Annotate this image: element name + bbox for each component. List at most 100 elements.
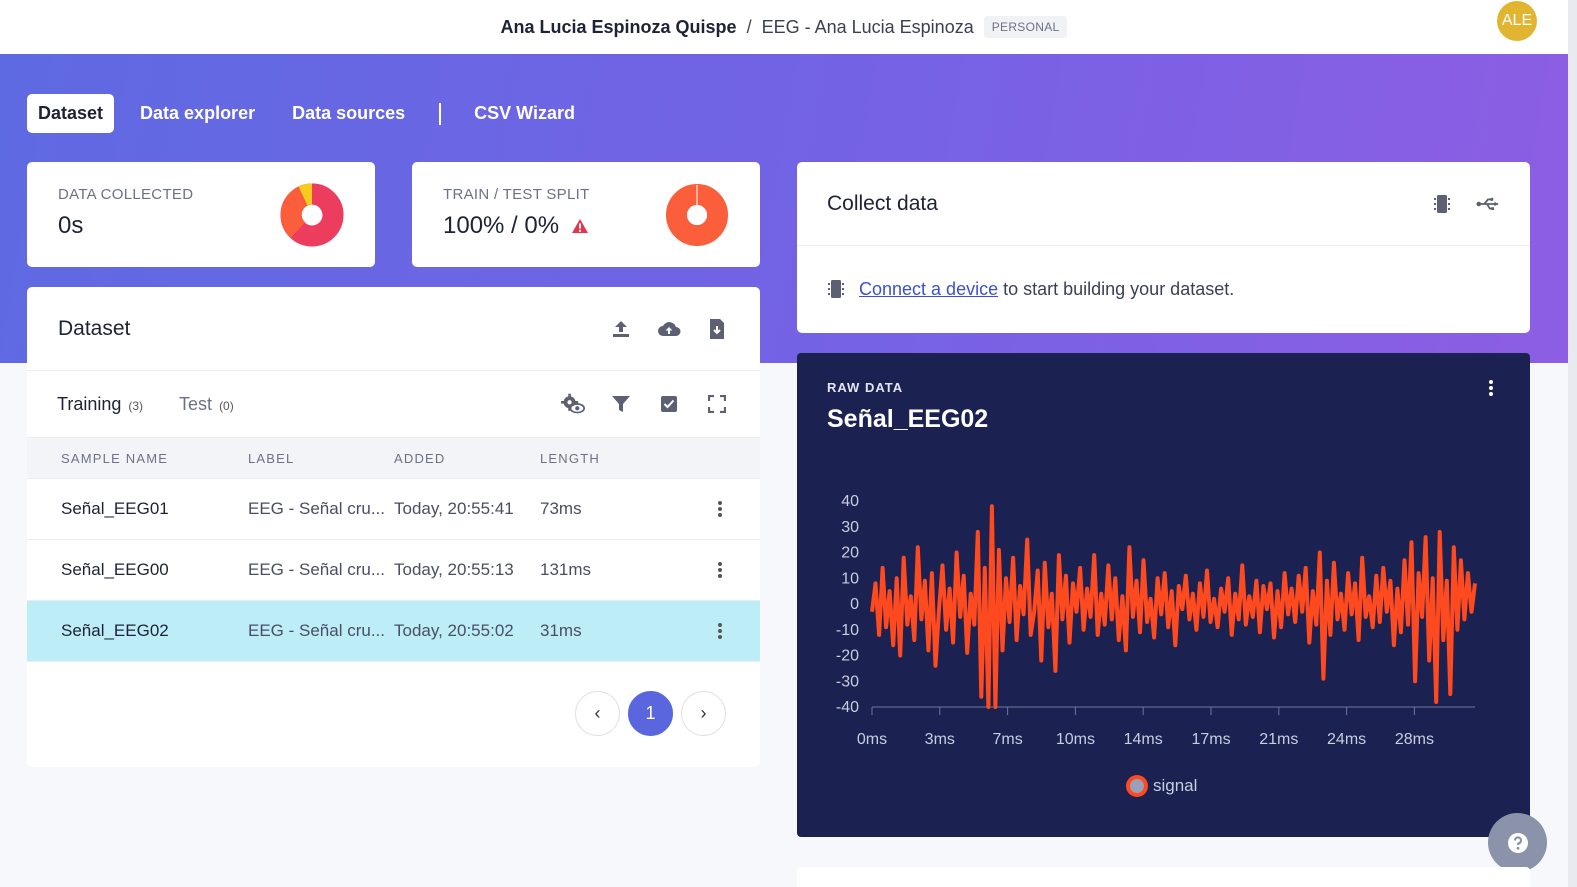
cloud-upload-icon[interactable] [657,317,681,341]
tab-dataset[interactable]: Dataset [27,94,115,133]
x-tick-label: 17ms [1191,731,1230,748]
x-tick-label: 24ms [1327,731,1366,748]
project-visibility-badge: PERSONAL [983,16,1068,38]
x-tick-label: 7ms [992,731,1022,748]
y-tick-label: -30 [836,673,859,690]
device-chip-icon [828,280,844,298]
y-tick-label: 20 [841,545,859,562]
avatar[interactable]: ALE [1497,1,1537,41]
warning-icon[interactable] [571,218,589,234]
sample-label: EEG - Señal cru... [248,499,385,518]
collect-data-text: to start building your dataset. [1003,278,1235,299]
file-download-icon[interactable] [705,317,729,341]
next-card-edge [797,867,1530,887]
table-row-selected[interactable]: Señal_EEG02 EEG - Señal cru... Today, 20… [27,601,760,662]
device-chip-icon[interactable] [1430,192,1454,216]
breadcrumb-separator: / [746,16,752,37]
page-button-1[interactable]: 1 [628,691,673,736]
sample-added: Today, 20:55:02 [394,621,514,640]
collect-data-body: Connect a device to start building your … [797,246,1530,332]
filter-icon[interactable] [609,392,633,416]
legend-label: signal [1153,776,1197,795]
column-header-length[interactable]: LENGTH [540,451,660,466]
table-header: SAMPLE NAME LABEL ADDED LENGTH [27,438,760,479]
train-test-split-value: 100% / 0% [443,212,589,240]
sample-added: Today, 20:55:13 [394,560,514,579]
tab-test-label: Test [179,393,213,414]
legend-marker-inner [1130,779,1144,793]
pagination: ‹ 1 › [575,691,726,736]
gear-eye-icon[interactable] [561,392,585,416]
data-collected-value: 0s [58,212,83,240]
prev-page-button[interactable]: ‹ [575,691,620,736]
connect-device-link[interactable]: Connect a device [859,279,998,300]
y-tick-label: 40 [841,493,859,510]
y-tick-label: -20 [836,648,859,665]
x-tick-label: 0ms [857,731,887,748]
x-tick-label: 28ms [1395,731,1434,748]
tab-training[interactable]: Training (3) [57,394,143,415]
top-bar: Ana Lucia Espinoza Quispe / EEG - Ana Lu… [0,0,1568,54]
train-test-split-card: TRAIN / TEST SPLIT 100% / 0% [412,162,760,267]
train-test-split-value-text: 100% / 0% [443,212,560,239]
raw-data-card: RAW DATA Señal_EEG02 40 30 20 10 0 -10 -20 -30-… [797,353,1530,837]
y-tick-label: -10 [836,622,859,639]
row-menu-icon[interactable] [700,561,740,579]
row-menu-icon[interactable] [700,622,740,640]
breadcrumb-project[interactable]: EEG - Ana Lucia Espinoza [762,17,974,38]
help-button[interactable] [1488,813,1547,872]
collect-data-card: Collect data Connect a device to start b… [797,162,1530,333]
sample-length: 73ms [540,499,582,518]
column-header-sample-name[interactable]: SAMPLE NAME [27,451,248,466]
tab-data-explorer[interactable]: Data explorer [129,94,266,133]
column-header-added[interactable]: ADDED [394,451,540,466]
x-tick-label: 14ms [1124,731,1163,748]
tab-data-sources[interactable]: Data sources [281,94,416,133]
raw-data-chart: 40 30 20 10 0 -10 -20 -30 -40 0ms 3ms 7ms 10ms 14ms 17… [836,493,1477,797]
table-row[interactable]: Señal_EEG00 EEG - Señal cru... Today, 20… [27,540,760,601]
sample-name: Señal_EEG01 [61,499,169,518]
x-tick-label: 3ms [925,731,955,748]
data-collected-card: DATA COLLECTED 0s [27,162,375,267]
collect-data-header: Collect data [797,162,1530,246]
y-tick-label: 0 [850,596,859,613]
dataset-card: Dataset Training (3) Test (0) SAMPLE NAM… [27,287,760,767]
table-row[interactable]: Señal_EEG01 EEG - Señal cru... Today, 20… [27,479,760,540]
tab-training-label: Training [57,393,122,414]
sample-name: Señal_EEG00 [61,560,169,579]
sample-label: EEG - Señal cru... [248,621,385,640]
expand-icon[interactable] [705,392,729,416]
train-test-split-label: TRAIN / TEST SPLIT [443,186,590,203]
y-tick-label: 10 [841,570,859,587]
x-tick-label: 21ms [1259,731,1298,748]
row-menu-icon[interactable] [700,500,740,518]
data-collected-value-text: 0s [58,212,84,239]
tab-csv-wizard[interactable]: CSV Wizard [463,94,586,133]
dataset-header: Dataset [27,287,760,371]
dataset-title: Dataset [58,316,131,340]
data-collected-label: DATA COLLECTED [58,186,194,203]
usb-icon[interactable] [1476,192,1500,216]
sample-length: 31ms [540,621,582,640]
page-scrollbar[interactable] [1568,0,1577,887]
column-header-label[interactable]: LABEL [248,451,394,466]
next-page-button[interactable]: › [681,691,726,736]
tab-test-count: (0) [219,398,234,413]
sample-length: 131ms [540,560,592,579]
sample-label: EEG - Señal cru... [248,560,385,579]
check-square-icon[interactable] [657,392,681,416]
tab-divider [439,102,442,125]
question-icon [1507,832,1528,853]
breadcrumb-owner[interactable]: Ana Lucia Espinoza Quispe [501,17,737,38]
train-test-split-donut-chart [666,184,728,246]
signal-series-line [870,504,1477,709]
tab-test[interactable]: Test (0) [179,394,234,415]
main-tabs: Dataset Data explorer Data sources CSV W… [27,94,601,133]
tab-training-count: (3) [128,398,144,413]
x-tick-label: 10ms [1056,731,1095,748]
dataset-subtabs: Training (3) Test (0) [27,371,760,438]
sample-added: Today, 20:55:41 [394,499,514,518]
upload-icon[interactable] [609,317,633,341]
y-tick-label: 30 [841,519,859,536]
breadcrumb: Ana Lucia Espinoza Quispe / EEG - Ana Lu… [501,16,1068,38]
